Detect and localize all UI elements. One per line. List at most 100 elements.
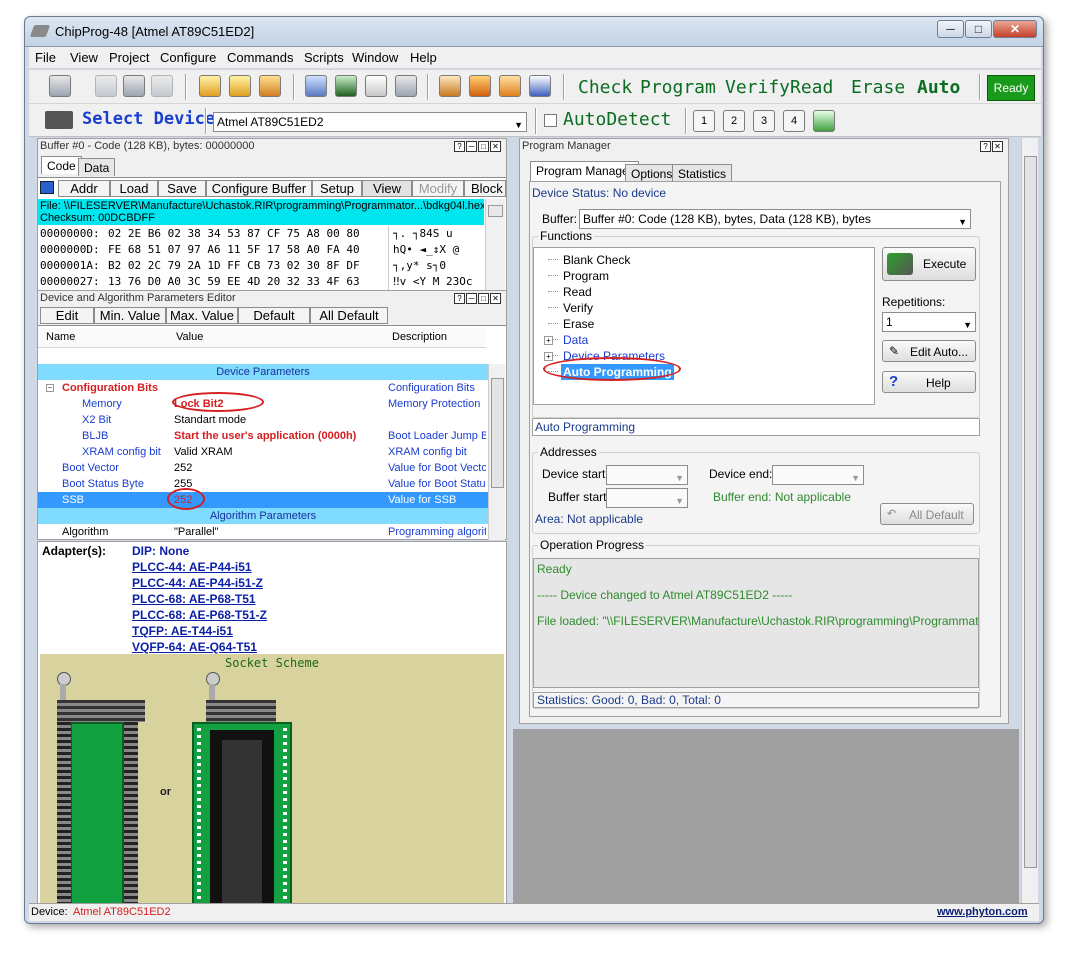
- block-button[interactable]: Block: [464, 180, 506, 197]
- adapter-link[interactable]: PLCC-44: AE-P44-i51-Z: [132, 576, 263, 590]
- settings-icon[interactable]: [439, 75, 461, 97]
- all-default-button[interactable]: All Default: [310, 307, 388, 324]
- menu-configure[interactable]: Configure: [160, 50, 216, 65]
- menu-file[interactable]: File: [35, 50, 56, 65]
- close-button[interactable]: ✕: [993, 20, 1037, 38]
- function-item[interactable]: Read: [534, 284, 874, 300]
- tab-data[interactable]: Data: [78, 158, 116, 176]
- buffer-scrollbar[interactable]: [485, 199, 505, 292]
- edit-auto-button[interactable]: ✎ Edit Auto...: [882, 340, 976, 362]
- setup-button[interactable]: Setup: [312, 180, 362, 197]
- algo-row[interactable]: Algorithm "Parallel" Programming algorith: [38, 524, 488, 540]
- graph-icon[interactable]: [529, 75, 551, 97]
- close-icon[interactable]: ✕: [992, 141, 1003, 152]
- param-row[interactable]: X2 Bit Standart mode: [38, 412, 488, 428]
- menu-scripts[interactable]: Scripts: [304, 50, 344, 65]
- expand-icon[interactable]: +: [544, 336, 553, 345]
- function-item[interactable]: Blank Check: [534, 252, 874, 268]
- check-button[interactable]: Check: [578, 77, 632, 98]
- execute-button[interactable]: Execute: [882, 247, 976, 281]
- minimize-icon[interactable]: ─: [466, 141, 477, 152]
- device-end-input[interactable]: ▼: [772, 465, 864, 485]
- function-item[interactable]: Verify: [534, 300, 874, 316]
- read-button[interactable]: Read: [790, 77, 833, 98]
- tab-code[interactable]: Code: [41, 156, 82, 174]
- function-item[interactable]: Erase: [534, 316, 874, 332]
- device-combo[interactable]: Atmel AT89C51ED2 ▼: [213, 112, 527, 132]
- buffer-menu-icon[interactable]: [40, 181, 54, 194]
- document-2-icon[interactable]: 2: [723, 110, 745, 132]
- scroll-thumb[interactable]: [491, 378, 504, 488]
- gear-icon[interactable]: [469, 75, 491, 97]
- grid-icon[interactable]: [365, 75, 387, 97]
- help-icon[interactable]: ?: [454, 141, 465, 152]
- tab-options[interactable]: Options: [625, 164, 679, 182]
- phyton-link[interactable]: www.phyton.com: [937, 904, 1028, 920]
- help-button[interactable]: ? Help: [882, 371, 976, 393]
- menu-project[interactable]: Project: [109, 50, 149, 65]
- param-row[interactable]: SSB 252 Value for SSB: [38, 492, 488, 508]
- repetitions-combo[interactable]: 1 ▼: [882, 312, 976, 332]
- function-item[interactable]: + Data: [534, 332, 874, 348]
- params-scrollbar[interactable]: [488, 364, 505, 540]
- param-row[interactable]: Boot Vector 252 Value for Boot Vecto: [38, 460, 488, 476]
- maximize-icon[interactable]: □: [478, 293, 489, 304]
- add-icon[interactable]: [499, 75, 521, 97]
- configure-buffer-button[interactable]: Configure Buffer: [206, 180, 312, 197]
- max-value-button[interactable]: Max. Value: [166, 307, 238, 324]
- document-1-icon[interactable]: 1: [693, 110, 715, 132]
- load-button[interactable]: Load: [110, 180, 158, 197]
- tab-statistics[interactable]: Statistics: [672, 164, 733, 182]
- function-item[interactable]: Program: [534, 268, 874, 284]
- erase-button[interactable]: Erase: [851, 77, 905, 98]
- adapter-link[interactable]: PLCC-68: AE-P68-T51: [132, 592, 256, 606]
- adapter-link[interactable]: PLCC-68: AE-P68-T51-Z: [132, 608, 267, 622]
- verify-button[interactable]: Verify: [725, 77, 790, 98]
- device-start-input[interactable]: ▼: [606, 465, 688, 485]
- collapse-icon[interactable]: −: [46, 384, 54, 392]
- minimize-icon[interactable]: ─: [466, 293, 477, 304]
- auto-button[interactable]: Auto: [917, 77, 960, 98]
- expand-icon[interactable]: +: [544, 352, 553, 361]
- param-row[interactable]: XRAM config bit Valid XRAM XRAM config bit: [38, 444, 488, 460]
- chip-insert-icon[interactable]: [49, 75, 71, 97]
- help-icon[interactable]: ?: [980, 141, 991, 152]
- programmer-icon[interactable]: [123, 75, 145, 97]
- addr-button[interactable]: Addr: [58, 180, 110, 197]
- open-folder-icon[interactable]: [199, 75, 221, 97]
- close-icon[interactable]: ✕: [490, 293, 501, 304]
- adapter-link[interactable]: PLCC-44: AE-P44-i51: [132, 560, 252, 574]
- adapter-link[interactable]: VQFP-64: AE-Q64-T51: [132, 640, 257, 654]
- view-button[interactable]: View: [362, 180, 412, 197]
- scroll-thumb[interactable]: [488, 205, 503, 217]
- select-device-button[interactable]: Select Device: [82, 109, 215, 129]
- min-value-button[interactable]: Min. Value: [94, 307, 166, 324]
- save-button[interactable]: Save: [158, 180, 206, 197]
- close-icon[interactable]: ✕: [490, 141, 501, 152]
- document-check-icon[interactable]: [813, 110, 835, 132]
- param-row[interactable]: − Configuration Bits Configuration Bits: [38, 380, 488, 396]
- open-project-icon[interactable]: [229, 75, 251, 97]
- help-icon[interactable]: ?: [454, 293, 465, 304]
- edit-button[interactable]: Edit: [40, 307, 94, 324]
- menu-view[interactable]: View: [70, 50, 98, 65]
- buffer-start-input[interactable]: ▼: [606, 488, 688, 508]
- adapter-link[interactable]: TQFP: AE-T44-i51: [132, 624, 233, 638]
- autodetect-label[interactable]: AutoDetect: [563, 109, 671, 130]
- maximize-icon[interactable]: □: [478, 141, 489, 152]
- default-button[interactable]: Default: [238, 307, 310, 324]
- param-row[interactable]: Boot Status Byte 255 Value for Boot Status: [38, 476, 488, 492]
- board-icon[interactable]: [335, 75, 357, 97]
- chip-icon[interactable]: [95, 75, 117, 97]
- tools-icon[interactable]: [395, 75, 417, 97]
- minimize-button[interactable]: ─: [937, 20, 964, 38]
- maximize-button[interactable]: □: [965, 20, 992, 38]
- buffer-icon[interactable]: [305, 75, 327, 97]
- param-row[interactable]: BLJB Start the user's application (0000h)…: [38, 428, 488, 444]
- menu-commands[interactable]: Commands: [227, 50, 293, 65]
- buffer-combo[interactable]: Buffer #0: Code (128 KB), bytes, Data (1…: [579, 209, 971, 229]
- main-scrollbar[interactable]: [1021, 138, 1038, 906]
- tab-program-manager[interactable]: Program Manager: [530, 161, 639, 181]
- modify-button[interactable]: Modify: [412, 180, 464, 197]
- program-button[interactable]: Program: [640, 77, 716, 98]
